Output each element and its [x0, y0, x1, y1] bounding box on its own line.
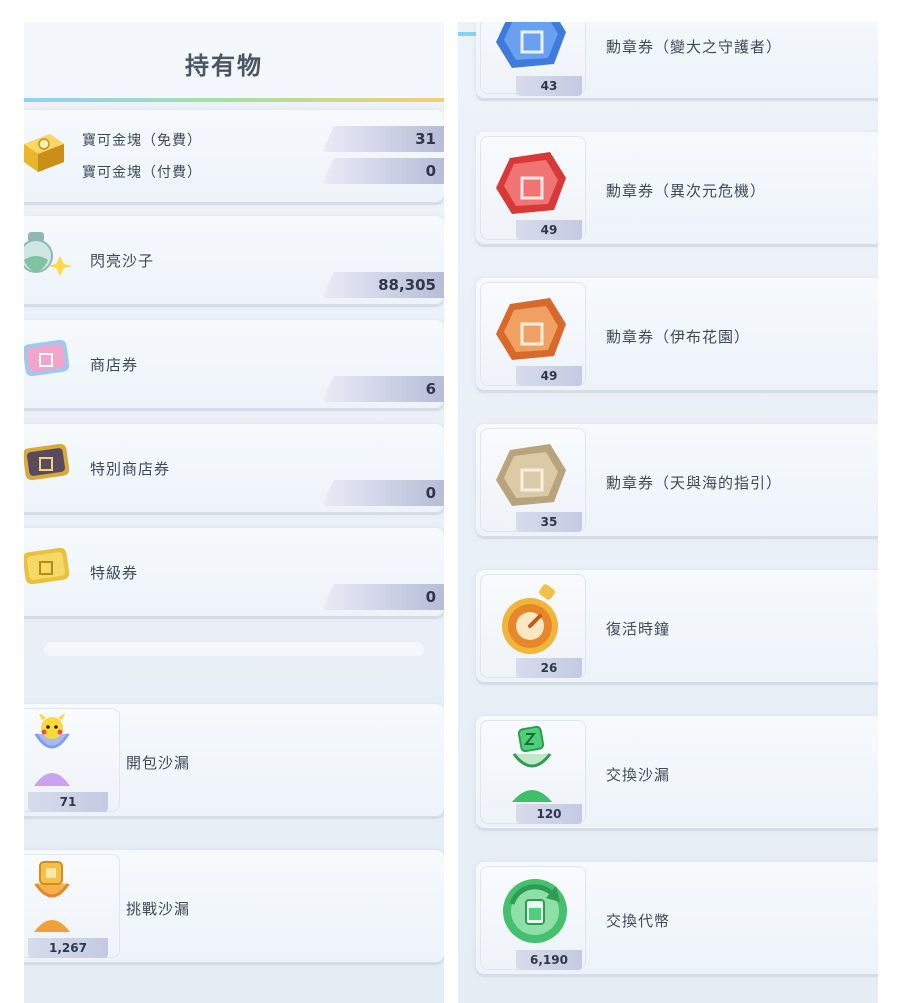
section-divider — [44, 642, 424, 656]
item-value: 0 — [425, 484, 436, 502]
item-count: 120 — [516, 804, 582, 824]
item-name: 勳章券（伊布花園） — [606, 328, 751, 346]
item-count: 26 — [516, 658, 582, 678]
item-name: 交換代幣 — [606, 912, 671, 930]
item-name: 挑戰沙漏 — [126, 900, 191, 918]
item-card-medal-ticket-3[interactable]: 49 勳章券（伊布花園） — [476, 278, 878, 390]
item-count: 49 — [516, 220, 582, 240]
page-title: 持有物 — [185, 52, 263, 80]
item-count: 43 — [516, 76, 582, 96]
item-name: 復活時鐘 — [606, 620, 671, 638]
item-card-medal-ticket-1[interactable]: 43 勳章券（變大之守護者） — [476, 22, 878, 98]
item-name: 勳章券（變大之守護者） — [606, 38, 783, 56]
item-name: 勳章券（天與海的指引） — [606, 474, 783, 492]
item-value-box: 0 — [322, 584, 444, 610]
right-panel: 43 勳章券（變大之守護者） 49 勳章券（異次元危機） 49 勳章券（伊布花園… — [458, 22, 878, 1003]
item-name: 開包沙漏 — [126, 754, 191, 772]
shiny-sand-icon — [24, 232, 72, 276]
item-value: 6 — [425, 380, 436, 398]
gold-card: 寶可金塊（免費） 31 寶可金塊（付費） 0 — [24, 110, 444, 202]
revive-clock-icon — [502, 584, 558, 654]
premium-ticket-icon — [24, 547, 70, 585]
item-name: 商店券 — [90, 356, 139, 374]
item-name: 特別商店券 — [90, 460, 171, 478]
gold-paid-value-box: 0 — [322, 158, 444, 184]
item-value-box: 88,305 — [322, 272, 444, 298]
item-count: 35 — [516, 512, 582, 532]
item-value: 0 — [425, 588, 436, 606]
blue-medal-ticket-icon — [496, 22, 566, 68]
left-panel: 持有物 寶可金塊（免費） 31 寶可金塊（付費） 0 閃亮沙子 88,305 商… — [24, 22, 444, 1003]
gold-paid-value: 0 — [425, 162, 436, 180]
item-name: 特級券 — [90, 564, 139, 582]
item-value: 88,305 — [378, 276, 436, 294]
item-count: 6,190 — [516, 950, 582, 970]
item-card-shiny-sand[interactable]: 閃亮沙子 88,305 — [24, 216, 444, 304]
pack-hourglass-icon — [34, 714, 70, 786]
gold-nugget-icon — [24, 134, 64, 172]
item-card-medal-ticket-4[interactable]: 35 勳章券（天與海的指引） — [476, 424, 878, 536]
item-name: 閃亮沙子 — [90, 252, 155, 270]
shop-ticket-icon — [24, 339, 70, 377]
item-value-box: 6 — [322, 376, 444, 402]
gold-paid-label: 寶可金塊（付費） — [82, 165, 202, 181]
header-divider — [24, 98, 444, 102]
header: 持有物 — [24, 22, 444, 100]
item-card-special-shop-ticket[interactable]: 特別商店券 0 — [24, 424, 444, 512]
orange-medal-ticket-icon — [496, 298, 566, 360]
item-card-trade-hourglass[interactable]: 120 交換沙漏 — [476, 716, 878, 828]
gold-free-label: 寶可金塊（免費） — [82, 133, 202, 149]
item-card-challenge-hourglass[interactable]: 1,267 挑戰沙漏 — [24, 850, 444, 962]
gold-free-value-box: 31 — [322, 126, 444, 152]
item-count: 49 — [516, 366, 582, 386]
item-count: 1,267 — [28, 938, 108, 958]
item-card-shop-ticket[interactable]: 商店券 6 — [24, 320, 444, 408]
gold-free-value: 31 — [415, 130, 436, 148]
special-shop-ticket-icon — [24, 443, 70, 481]
item-card-trade-token[interactable]: 6,190 交換代幣 — [476, 862, 878, 974]
item-count: 71 — [28, 792, 108, 812]
red-medal-ticket-icon — [496, 152, 566, 214]
beige-medal-ticket-icon — [496, 444, 566, 506]
challenge-hourglass-icon — [34, 861, 70, 932]
item-card-pack-hourglass[interactable]: 71 開包沙漏 — [24, 704, 444, 816]
item-card-revive-clock[interactable]: 26 復活時鐘 — [476, 570, 878, 682]
trade-hourglass-icon — [512, 726, 552, 802]
item-name: 勳章券（異次元危機） — [606, 182, 767, 200]
item-card-premium-ticket[interactable]: 特級券 0 — [24, 528, 444, 616]
item-value-box: 0 — [322, 480, 444, 506]
trade-token-icon — [503, 879, 567, 943]
item-name: 交換沙漏 — [606, 766, 671, 784]
item-card-medal-ticket-2[interactable]: 49 勳章券（異次元危機） — [476, 132, 878, 244]
